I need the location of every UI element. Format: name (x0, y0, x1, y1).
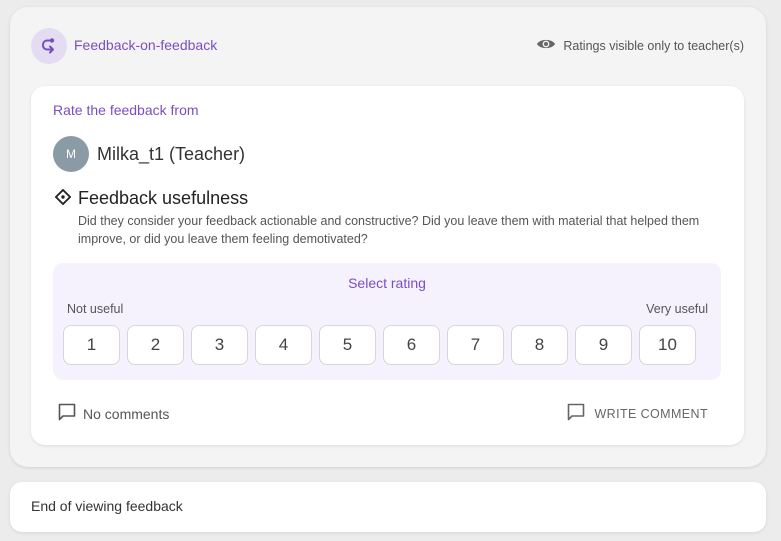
diamond-icon (54, 188, 72, 210)
comments-label: No comments (83, 405, 170, 422)
rating-option-9[interactable]: 9 (575, 325, 632, 365)
comment-icon (57, 402, 77, 425)
criterion-title: Feedback usefulness (78, 188, 249, 208)
rating-option-7[interactable]: 7 (447, 325, 504, 365)
rating-option-6[interactable]: 6 (383, 325, 440, 365)
rating-option-3[interactable]: 3 (191, 325, 248, 365)
rating-option-10[interactable]: 10 (639, 325, 696, 365)
rating-option-5[interactable]: 5 (319, 325, 376, 365)
visibility-text: Ratings visible only to teacher(s) (563, 38, 744, 53)
comment-icon (566, 402, 586, 425)
rate-feedback-label: Rate the feedback from (53, 102, 199, 118)
scale-low-label: Not useful (67, 302, 124, 316)
comments-status: No comments (57, 402, 169, 425)
visibility-notice: Ratings visible only to teacher(s) (536, 37, 744, 54)
write-comment-button[interactable]: WRITE COMMENT (566, 402, 708, 425)
criterion-description: Did they consider your feedback actionab… (78, 214, 700, 246)
feedback-rating-card: Rate the feedback from M Milka_t1 (Teach… (31, 86, 744, 445)
rating-option-4[interactable]: 4 (255, 325, 312, 365)
eye-icon (536, 37, 556, 54)
rating-options: 1 2 3 4 5 6 7 8 9 10 (63, 325, 696, 365)
author-name: Milka_t1 (Teacher) (97, 144, 246, 164)
scale-high-label: Very useful (646, 302, 708, 316)
panel-title: Feedback-on-feedback (74, 37, 218, 53)
return-arrow-icon (31, 28, 67, 64)
select-rating-label: Select rating (348, 275, 426, 291)
end-of-feedback-box: End of viewing feedback (10, 482, 766, 532)
rating-option-1[interactable]: 1 (63, 325, 120, 365)
rating-option-8[interactable]: 8 (511, 325, 568, 365)
end-of-feedback-text: End of viewing feedback (31, 498, 183, 514)
rating-option-2[interactable]: 2 (127, 325, 184, 365)
feedback-on-feedback-panel: Feedback-on-feedback Ratings visible onl… (10, 7, 766, 467)
write-comment-label: WRITE COMMENT (594, 406, 708, 421)
rating-selector: Select rating Not useful Very useful 1 2… (53, 263, 721, 380)
avatar: M (53, 136, 89, 172)
